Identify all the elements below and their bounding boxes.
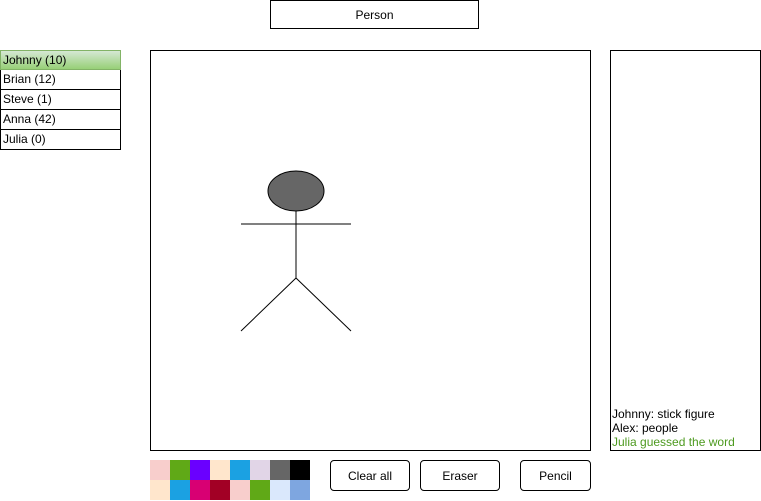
player-item[interactable]: Julia (0) — [0, 130, 121, 150]
chat-panel: Johnny: stick figure Alex: people Julia … — [610, 50, 761, 451]
stick-figure-left-leg — [240, 277, 297, 332]
clear-all-button[interactable]: Clear all — [330, 460, 410, 491]
color-swatch[interactable] — [230, 460, 250, 480]
player-list: Johnny (10) Brian (12) Steve (1) Anna (4… — [0, 50, 121, 150]
color-swatch[interactable] — [150, 480, 170, 500]
color-swatch[interactable] — [270, 460, 290, 480]
color-swatch[interactable] — [230, 480, 250, 500]
color-swatch[interactable] — [290, 480, 310, 500]
color-swatch[interactable] — [170, 480, 190, 500]
color-swatch[interactable] — [290, 460, 310, 480]
stick-figure-head — [267, 170, 325, 212]
drawing-canvas[interactable] — [150, 50, 591, 451]
chat-message: Alex: people — [612, 421, 679, 435]
player-item[interactable]: Brian (12) — [0, 70, 121, 90]
player-item[interactable]: Johnny (10) — [0, 50, 121, 70]
pencil-button[interactable]: Pencil — [520, 460, 591, 491]
player-item[interactable]: Steve (1) — [0, 90, 121, 110]
color-swatch[interactable] — [170, 460, 190, 480]
color-palette — [150, 460, 311, 500]
chat-messages: Johnny: stick figure Alex: people Julia … — [612, 407, 759, 449]
color-swatch[interactable] — [250, 460, 270, 480]
color-swatch[interactable] — [250, 480, 270, 500]
color-swatch[interactable] — [270, 480, 290, 500]
chat-system-message: Julia guessed the word — [612, 435, 735, 449]
eraser-button[interactable]: Eraser — [420, 460, 500, 491]
color-swatch[interactable] — [190, 460, 210, 480]
color-swatch[interactable] — [210, 460, 230, 480]
stick-figure-right-leg — [295, 277, 352, 332]
player-item[interactable]: Anna (42) — [0, 110, 121, 130]
stick-figure-drawing — [240, 170, 352, 332]
color-swatch[interactable] — [150, 460, 170, 480]
color-swatch[interactable] — [190, 480, 210, 500]
word-to-draw: Person — [270, 0, 479, 29]
color-swatch[interactable] — [210, 480, 230, 500]
chat-message: Johnny: stick figure — [612, 407, 715, 421]
